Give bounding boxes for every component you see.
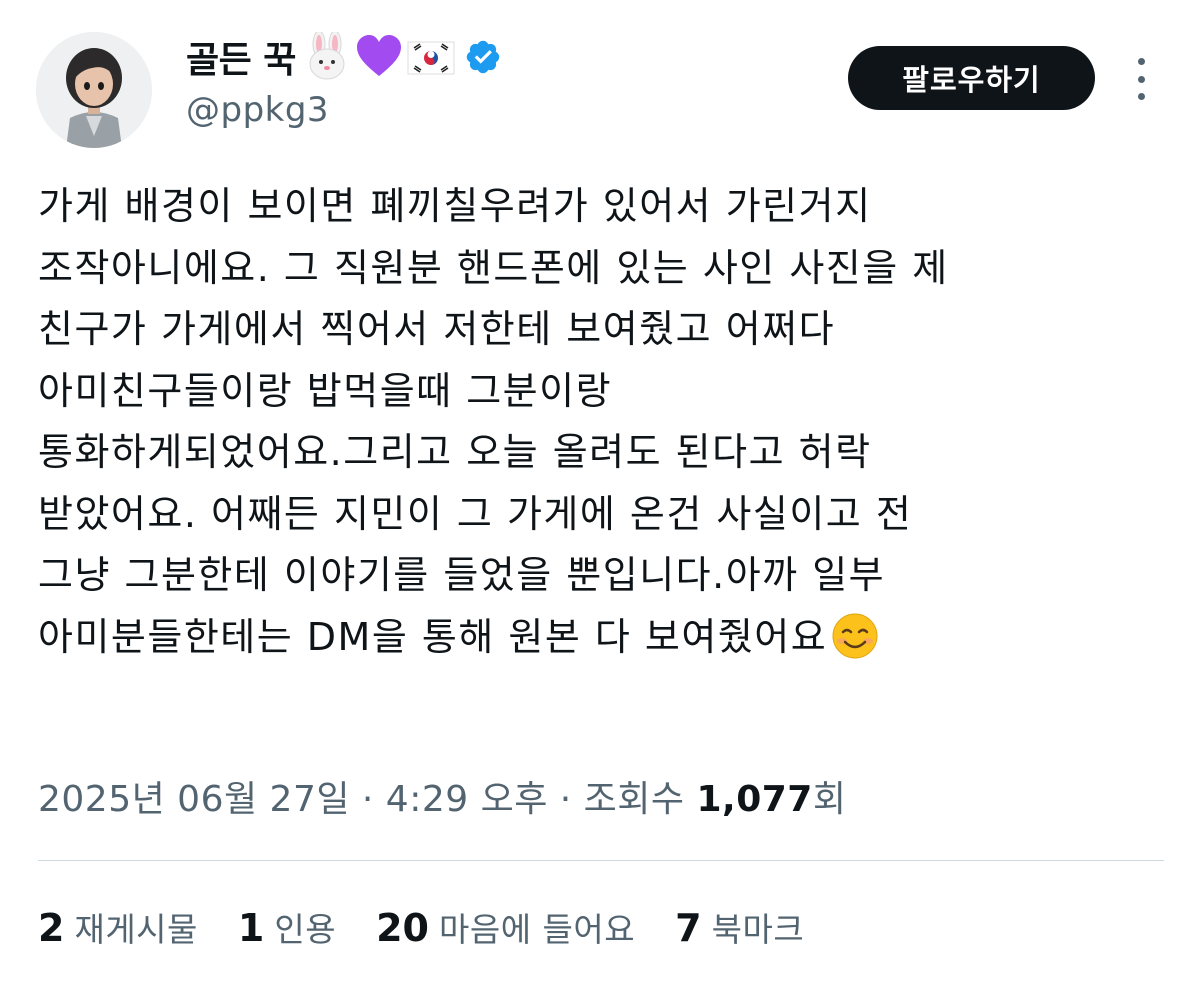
tweet-datetime[interactable]: 2025년 06월 27일 · 4:29 오후 · 조회수 — [38, 779, 696, 820]
more-options-icon[interactable] — [1126, 50, 1156, 108]
stat-reposts[interactable]: 2 재게시물 — [38, 903, 198, 951]
tweet-line: 친구가 가게에서 찍어서 저한테 보여줬고 어쩌다 — [38, 307, 836, 351]
purple-heart-icon — [356, 35, 401, 76]
stat-count: 1 — [237, 906, 265, 950]
views-suffix: 회 — [812, 779, 847, 820]
tweet-line: 받았어요. 어째든 지민이 그 가게에 온건 사실이고 전 — [38, 491, 913, 536]
tweet-text: 가게 배경이 보이면 폐끼칠우려가 있어서 가린거지 조작아니에요. 그 직원분… — [38, 176, 1188, 668]
stat-count: 20 — [376, 906, 429, 950]
tweet-line: 아미친구들이랑 밥먹을때 그분이랑 — [38, 368, 613, 413]
avatar[interactable] — [36, 32, 152, 148]
stat-count: 2 — [38, 906, 65, 950]
stat-bookmarks[interactable]: 7 북마크 — [675, 903, 804, 951]
engagement-stats: 2 재게시물 1 인용 20 마음에 들어요 7 북마크 — [38, 903, 844, 951]
stat-quotes[interactable]: 1 인용 — [238, 903, 336, 951]
tweet-line-text: 아미분들한테는 DM을 통해 원본 다 보여줬어요 — [38, 614, 828, 659]
name-emoji-group — [302, 32, 458, 82]
follow-button[interactable]: 팔로우하기 — [848, 46, 1095, 110]
tweet-line-last: 아미분들한테는 DM을 통해 원본 다 보여줬어요 — [38, 607, 1188, 669]
stat-count: 7 — [675, 906, 702, 950]
stat-likes[interactable]: 20 마음에 들어요 — [376, 903, 635, 951]
stat-label: 마음에 들어요 — [438, 910, 636, 949]
avatar-figure-icon — [36, 32, 152, 148]
korea-flag-icon — [407, 41, 455, 75]
user-info: 골든 꾹 @ppkg3 — [186, 28, 502, 130]
tweet-line: 조작아니에요. 그 직원분 핸드폰에 있는 사인 사진을 제 — [38, 245, 949, 290]
smiling-face-emoji-icon — [832, 613, 878, 658]
verified-badge-icon[interactable] — [464, 38, 502, 76]
tweet-meta: 2025년 06월 27일 · 4:29 오후 · 조회수 1,077회 — [38, 770, 846, 822]
user-handle[interactable]: @ppkg3 — [186, 90, 502, 130]
tweet-line: 그냥 그분한테 이야기를 들었을 뿐입니다.아까 일부 — [38, 553, 886, 597]
display-name-row: 골든 꾹 — [186, 28, 502, 86]
views-count: 1,077 — [696, 779, 813, 820]
tweet-header: 골든 꾹 @ppkg3 팔로우하기 — [36, 28, 1166, 148]
stat-label: 인용 — [274, 910, 337, 949]
tweet-line: 가게 배경이 보이면 폐끼칠우려가 있어서 가린거지 — [38, 184, 872, 228]
display-name[interactable]: 골든 꾹 — [186, 31, 296, 83]
stat-label: 재게시물 — [74, 910, 198, 949]
stat-label: 북마크 — [711, 910, 805, 949]
rabbit-emoji-icon — [309, 32, 345, 80]
divider — [38, 860, 1164, 861]
tweet-line: 통화하게되었어요.그리고 오늘 올려도 된다고 허락 — [38, 430, 872, 474]
